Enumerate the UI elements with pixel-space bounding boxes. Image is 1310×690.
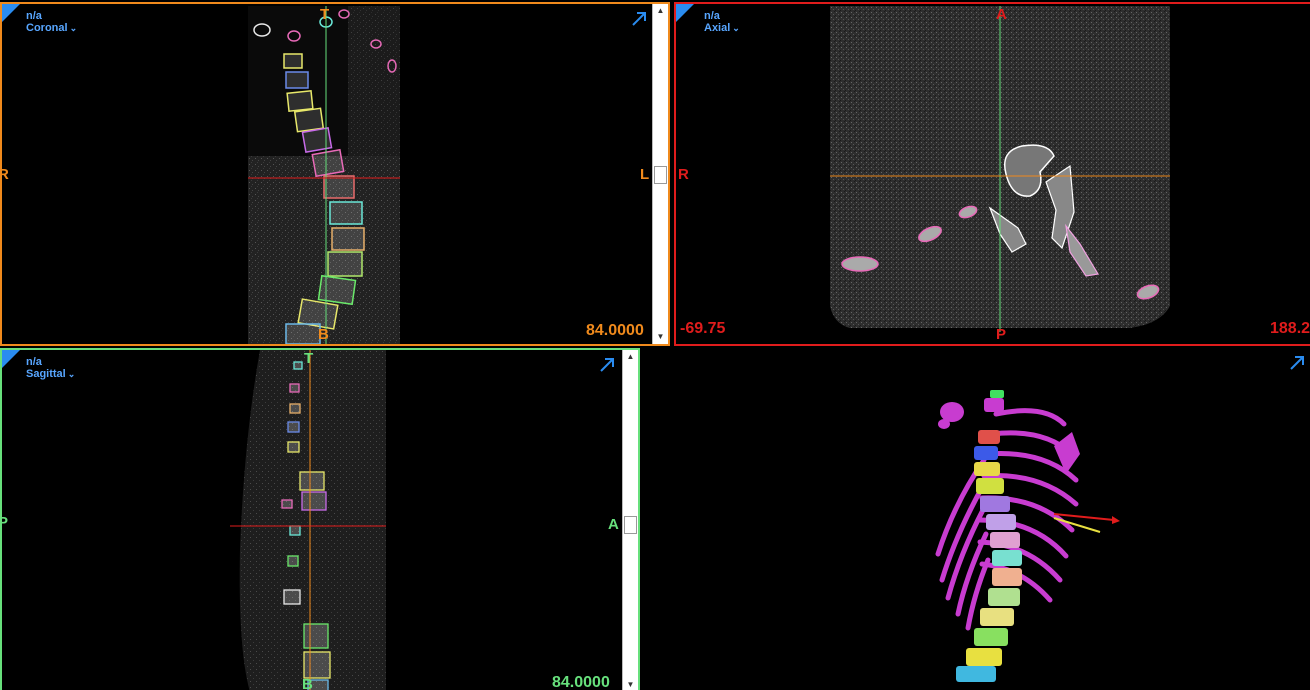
viewport-corner-marker <box>2 350 20 368</box>
coronal-scroll-thumb[interactable] <box>654 166 667 184</box>
coronal-orient-bottom: B <box>318 326 329 343</box>
axial-viewport[interactable]: n/a Axial ⌄ A P R -69.75 188.2 <box>674 2 1310 346</box>
3d-viewport[interactable] <box>644 348 1310 690</box>
axial-value-left: -69.75 <box>680 320 726 337</box>
viewport-corner-marker <box>676 4 694 22</box>
axial-orient-left: R <box>678 166 689 183</box>
arrow-down-icon[interactable]: ▼ <box>623 678 638 690</box>
axial-value-right: 188.2 <box>1270 320 1310 337</box>
arrow-down-icon[interactable]: ▼ <box>653 330 668 344</box>
3d-spine-render <box>935 390 1120 682</box>
axial-view-name: Axial <box>704 22 731 34</box>
coronal-slice-value: 84.0000 <box>586 322 644 339</box>
coronal-series-name: n/a <box>26 10 42 22</box>
chevron-down-icon[interactable]: ⌄ <box>70 22 78 34</box>
chevron-down-icon[interactable]: ⌄ <box>732 22 740 34</box>
sagittal-scroll-thumb[interactable] <box>624 516 637 534</box>
arrow-up-icon[interactable]: ▲ <box>623 350 638 364</box>
sagittal-label[interactable]: n/a Sagittal ⌄ <box>26 356 75 380</box>
sagittal-orient-bottom: B <box>302 676 313 690</box>
sagittal-orient-top: T <box>304 350 314 367</box>
coronal-orient-right: L <box>640 166 650 183</box>
arrow-up-icon[interactable]: ▲ <box>653 4 668 18</box>
sagittal-series-name: n/a <box>26 356 42 368</box>
axial-ct-image <box>830 6 1170 332</box>
coronal-orient-left: R <box>2 166 9 183</box>
expand-arrow-icon[interactable] <box>1288 354 1306 372</box>
sagittal-orient-left: P <box>2 514 8 531</box>
viewport-corner-marker <box>2 4 20 22</box>
coronal-label[interactable]: n/a Coronal ⌄ <box>26 10 77 34</box>
expand-arrow-icon[interactable] <box>598 356 616 374</box>
coronal-view-name: Coronal <box>26 22 68 34</box>
axial-label[interactable]: n/a Axial ⌄ <box>704 10 740 34</box>
coronal-scrollbar[interactable]: ▲ ▼ <box>652 4 668 344</box>
axial-series-name: n/a <box>704 10 720 22</box>
axial-orient-top: A <box>996 6 1007 23</box>
sagittal-view-name: Sagittal <box>26 368 66 380</box>
coronal-ct-image <box>248 6 400 344</box>
sagittal-scrollbar[interactable]: ▲ ▼ <box>622 350 638 690</box>
expand-arrow-icon[interactable] <box>630 10 648 28</box>
coronal-orient-top: T <box>320 6 330 23</box>
sagittal-orient-right: A <box>608 516 619 533</box>
axial-orient-bottom: P <box>996 326 1007 343</box>
sagittal-slice-value: 84.0000 <box>552 674 610 690</box>
chevron-down-icon[interactable]: ⌄ <box>68 368 76 380</box>
sagittal-ct-image <box>230 350 386 690</box>
sagittal-viewport[interactable]: n/a Sagittal⌄ T B P A 84.0000 ▲ ▼ <box>0 348 640 690</box>
coronal-viewport[interactable]: n/a Coronal⌄ T B R L 84.0000 ▲ ▼ <box>0 2 670 346</box>
